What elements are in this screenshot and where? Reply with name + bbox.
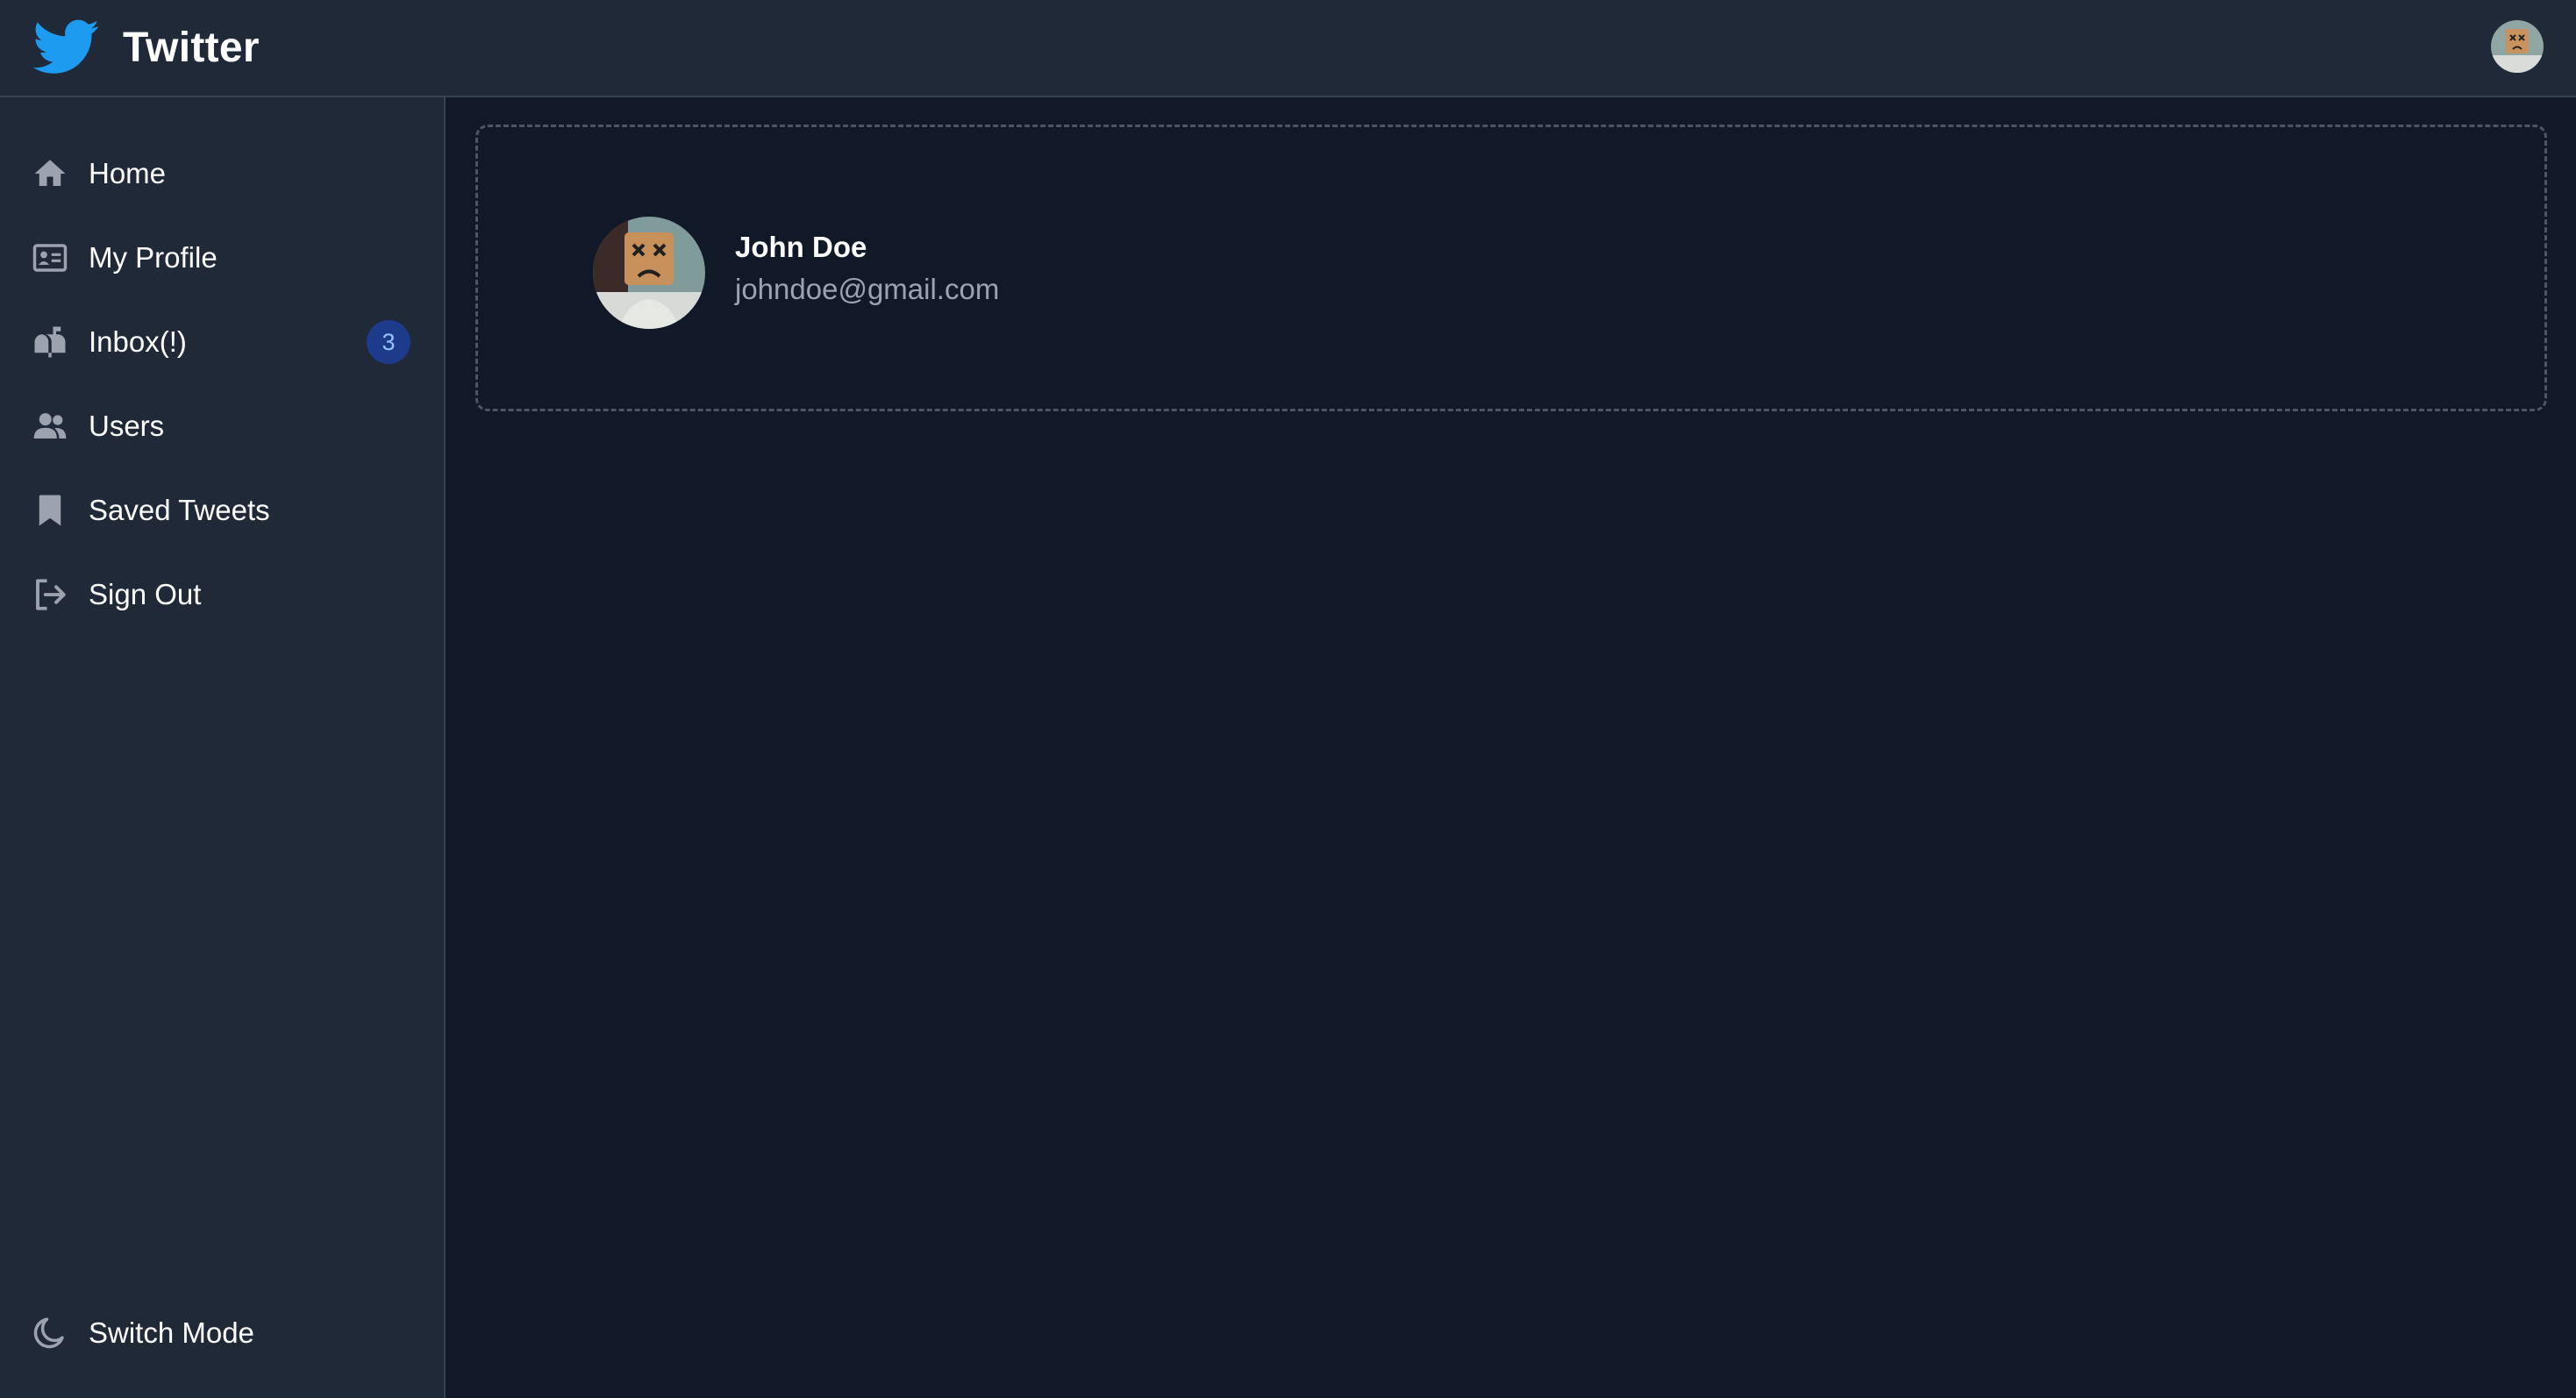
twitter-bird-icon bbox=[33, 19, 99, 74]
avatar[interactable] bbox=[2491, 20, 2544, 73]
sidebar-item-label: Home bbox=[89, 157, 167, 189]
sidebar-item-label: Saved Tweets bbox=[89, 494, 270, 526]
sidebar-item-label: Users bbox=[89, 410, 165, 442]
avatar-image bbox=[593, 217, 705, 329]
sign-out-icon bbox=[32, 576, 68, 613]
bookmark-icon bbox=[32, 492, 68, 529]
moon-icon bbox=[32, 1315, 68, 1352]
switch-mode-button[interactable]: Switch Mode bbox=[0, 1297, 444, 1369]
home-icon bbox=[32, 155, 68, 192]
sidebar-item-my-profile[interactable]: My Profile bbox=[0, 222, 444, 294]
top-bar: Twitter bbox=[0, 0, 2576, 97]
app-title: Twitter bbox=[123, 24, 260, 71]
main-content: John Doe johndoe@gmail.com bbox=[446, 97, 2576, 1398]
mailbox-icon bbox=[32, 324, 68, 360]
brand[interactable]: Twitter bbox=[33, 16, 260, 79]
user-name: John Doe bbox=[735, 231, 867, 263]
inbox-count-badge: 3 bbox=[367, 320, 410, 364]
sidebar-item-inbox[interactable]: Inbox(!) 3 bbox=[0, 306, 444, 378]
users-icon bbox=[32, 408, 68, 445]
avatar-image bbox=[2491, 20, 2544, 73]
id-card-icon bbox=[32, 239, 68, 276]
user-email: johndoe@gmail.com bbox=[735, 273, 1000, 305]
sidebar: Home My Profile Inbox(!) 3 Users Saved T… bbox=[0, 97, 446, 1398]
avatar bbox=[593, 217, 705, 329]
sidebar-item-home[interactable]: Home bbox=[0, 138, 444, 210]
sidebar-item-label: Sign Out bbox=[89, 578, 202, 610]
sidebar-item-label: Inbox(!) bbox=[89, 325, 187, 358]
sidebar-item-sign-out[interactable]: Sign Out bbox=[0, 559, 444, 631]
sidebar-item-users[interactable]: Users bbox=[0, 390, 444, 462]
user-card[interactable]: John Doe johndoe@gmail.com bbox=[475, 125, 2547, 411]
sidebar-item-saved-tweets[interactable]: Saved Tweets bbox=[0, 474, 444, 546]
sidebar-item-label: My Profile bbox=[89, 241, 218, 274]
switch-mode-label: Switch Mode bbox=[89, 1316, 254, 1349]
